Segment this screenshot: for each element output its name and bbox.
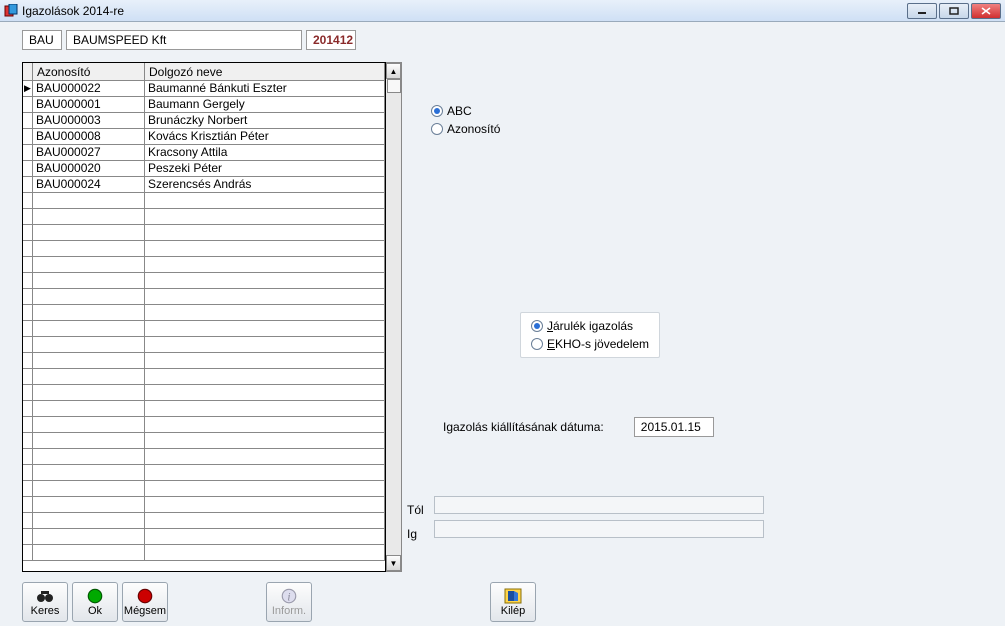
app-icon — [4, 4, 18, 18]
ok-button[interactable]: Ok — [72, 582, 118, 622]
table-row[interactable]: BAU000024Szerencsés András — [23, 177, 385, 193]
minimize-button[interactable] — [907, 3, 937, 19]
inform-label: Inform. — [272, 605, 306, 617]
green-circle-icon — [86, 588, 104, 604]
range-to-field[interactable] — [434, 520, 764, 538]
sort-option-1[interactable]: Azonosító — [431, 122, 500, 136]
table-row[interactable]: BAU000001Baumann Gergely — [23, 97, 385, 113]
keres-button[interactable]: Keres — [22, 582, 68, 622]
table-row[interactable] — [23, 401, 385, 417]
table-row[interactable] — [23, 257, 385, 273]
close-button[interactable] — [971, 3, 1001, 19]
table-row[interactable] — [23, 545, 385, 561]
table-row[interactable] — [23, 449, 385, 465]
grid-scrollbar[interactable]: ▲ ▼ — [386, 62, 402, 572]
table-row[interactable] — [23, 209, 385, 225]
col-header-name[interactable]: Dolgozó neve — [145, 63, 385, 80]
radio-label: Járulék igazolás — [547, 319, 633, 333]
employee-grid[interactable]: Azonosító Dolgozó neve ▶BAU000022Baumann… — [22, 62, 386, 572]
kilep-button[interactable]: Kilép — [490, 582, 536, 622]
sort-option-0[interactable]: ABC — [431, 104, 500, 118]
issue-date-field[interactable]: 2015.01.15 — [634, 417, 714, 437]
cert-type-option-0[interactable]: Járulék igazolás — [531, 319, 649, 333]
radio-label: Azonosító — [447, 122, 500, 136]
window-title: Igazolások 2014-re — [22, 4, 905, 18]
inform-button[interactable]: i Inform. — [266, 582, 312, 622]
info-icon: i — [280, 588, 298, 604]
table-row[interactable] — [23, 481, 385, 497]
table-row[interactable] — [23, 225, 385, 241]
radio-icon — [531, 338, 543, 350]
title-bar: Igazolások 2014-re — [0, 0, 1005, 22]
table-row[interactable] — [23, 289, 385, 305]
table-row[interactable]: BAU000020Peszeki Péter — [23, 161, 385, 177]
table-row[interactable] — [23, 273, 385, 289]
table-row[interactable] — [23, 513, 385, 529]
table-row[interactable] — [23, 433, 385, 449]
maximize-button[interactable] — [939, 3, 969, 19]
table-row[interactable] — [23, 385, 385, 401]
company-code-field[interactable]: BAU — [22, 30, 62, 50]
exit-door-icon — [504, 588, 522, 604]
megsem-label: Mégsem — [124, 605, 166, 617]
company-name-field[interactable]: BAUMSPEED Kft — [66, 30, 302, 50]
range-to-label: Ig — [407, 527, 431, 541]
table-row[interactable] — [23, 465, 385, 481]
table-row[interactable] — [23, 529, 385, 545]
cert-type-option-1[interactable]: EKHO-s jövedelem — [531, 337, 649, 351]
table-row[interactable] — [23, 321, 385, 337]
radio-icon — [431, 123, 443, 135]
ok-label: Ok — [88, 605, 102, 617]
range-from-label: Tól — [407, 503, 431, 517]
kilep-label: Kilép — [501, 605, 525, 617]
cert-type-radio-group: Járulék igazolás EKHO-s jövedelem — [520, 312, 660, 358]
table-row[interactable] — [23, 241, 385, 257]
col-header-id[interactable]: Azonosító — [33, 63, 145, 80]
svg-text:i: i — [287, 591, 290, 603]
table-row[interactable] — [23, 305, 385, 321]
range-from-field[interactable] — [434, 496, 764, 514]
scroll-down-button[interactable]: ▼ — [386, 555, 401, 571]
radio-icon — [531, 320, 543, 332]
sort-radio-group: ABC Azonosító — [431, 104, 500, 136]
table-row[interactable] — [23, 497, 385, 513]
period-field[interactable]: 201412 — [306, 30, 356, 50]
keres-label: Keres — [31, 605, 60, 617]
grid-header: Azonosító Dolgozó neve — [23, 63, 385, 81]
issue-date-label: Igazolás kiállításának dátuma: — [443, 420, 604, 434]
table-row[interactable] — [23, 417, 385, 433]
radio-icon — [431, 105, 443, 117]
red-circle-icon — [136, 588, 154, 604]
binoculars-icon — [36, 588, 54, 604]
sidebar-indicator[interactable] — [387, 79, 401, 93]
table-row[interactable] — [23, 193, 385, 209]
scroll-up-button[interactable]: ▲ — [386, 63, 401, 79]
table-row[interactable]: ▶BAU000022Baumanné Bánkuti Eszter — [23, 81, 385, 97]
table-row[interactable]: BAU000027Kracsony Attila — [23, 145, 385, 161]
megsem-button[interactable]: Mégsem — [122, 582, 168, 622]
table-row[interactable]: BAU000008Kovács Krisztián Péter — [23, 129, 385, 145]
table-row[interactable] — [23, 369, 385, 385]
table-row[interactable]: BAU000003Brunáczky Norbert — [23, 113, 385, 129]
table-row[interactable] — [23, 337, 385, 353]
table-row[interactable] — [23, 353, 385, 369]
radio-label: EKHO-s jövedelem — [547, 337, 649, 351]
radio-label: ABC — [447, 104, 472, 118]
